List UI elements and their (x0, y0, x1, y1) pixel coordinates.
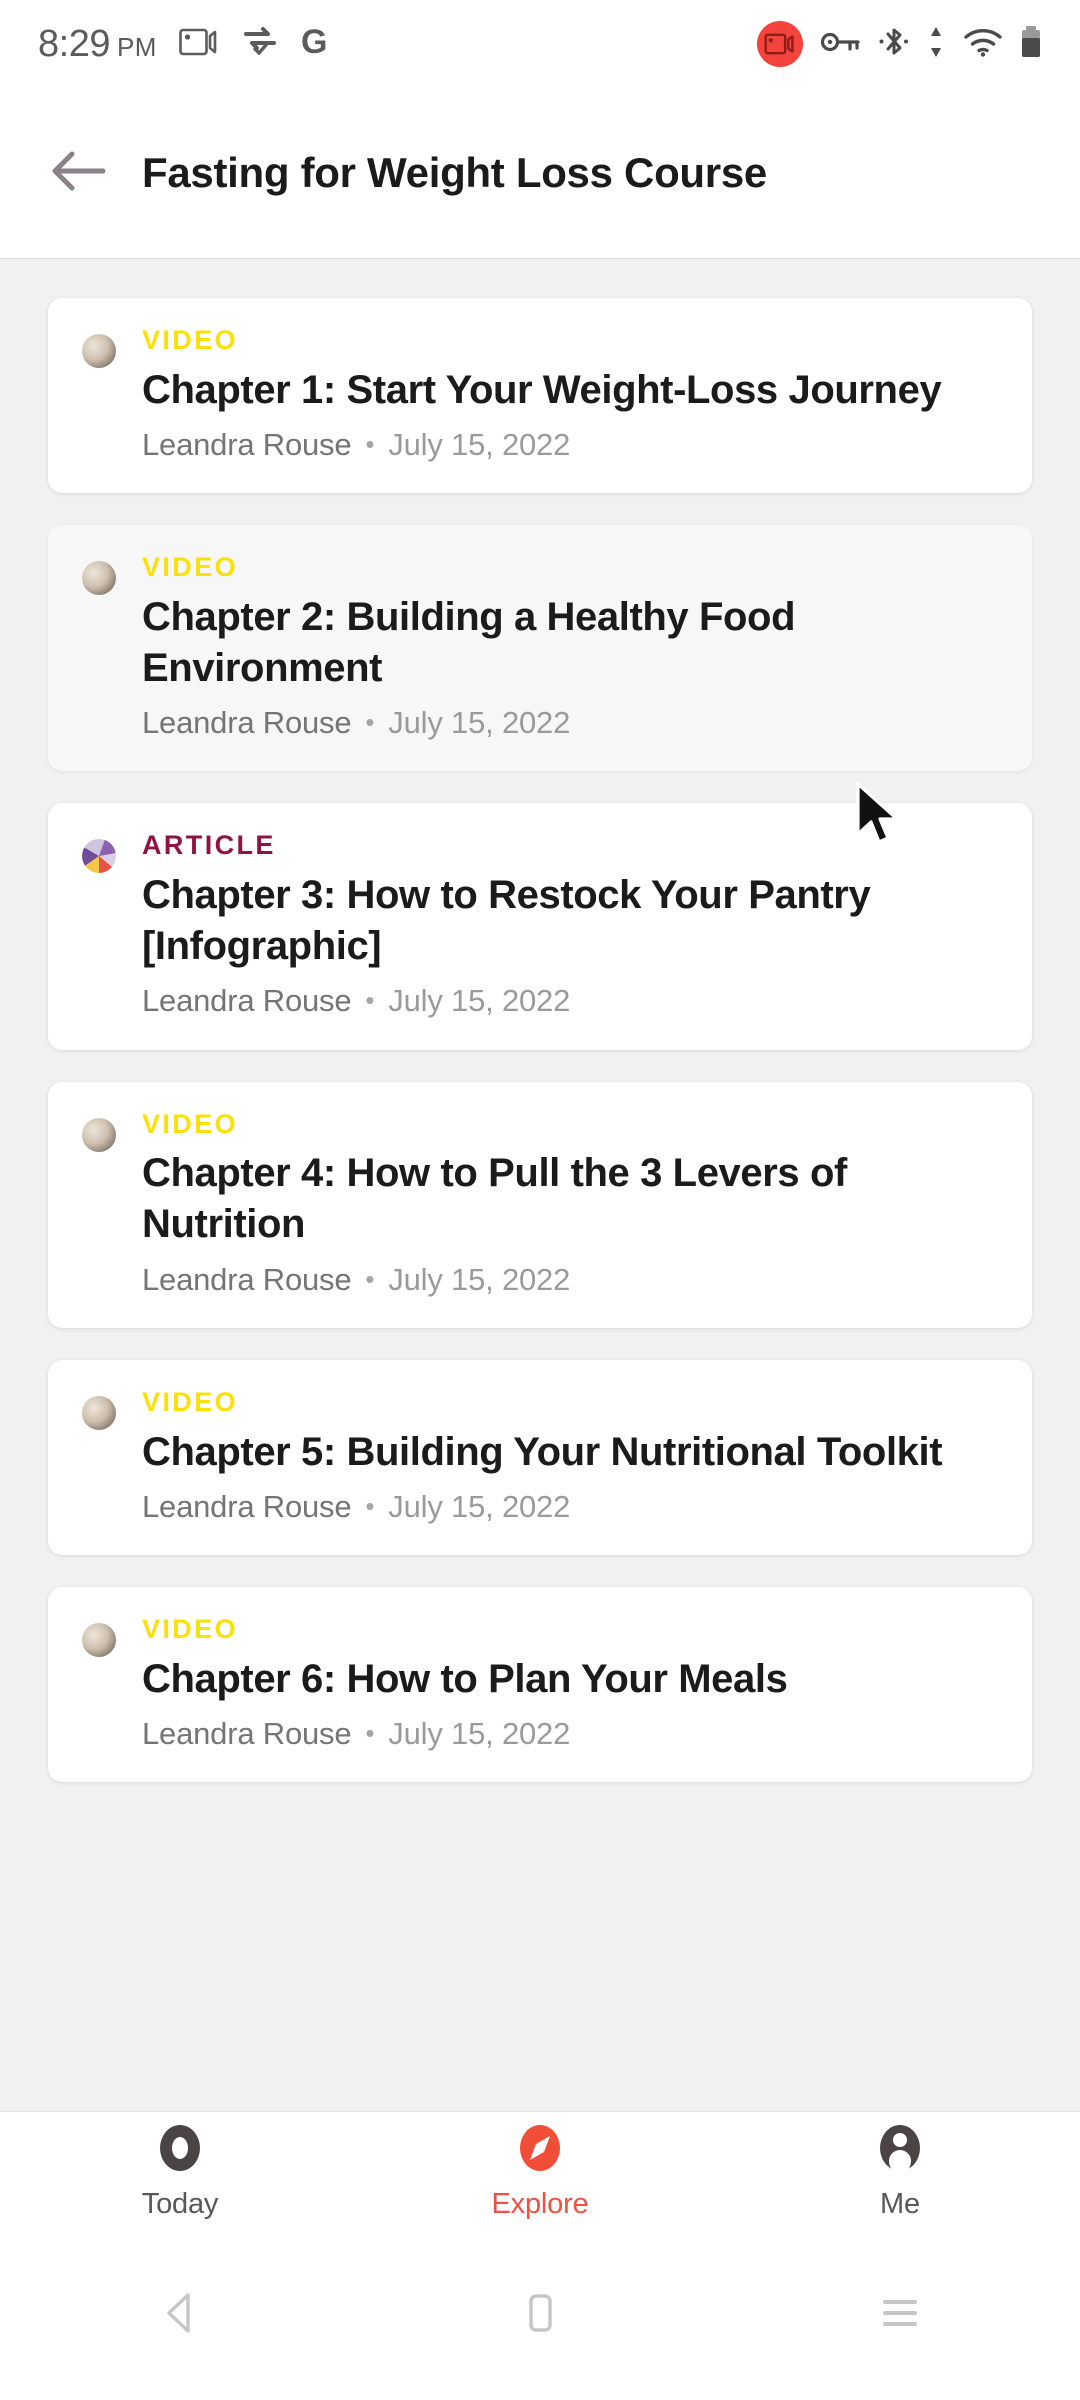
content-type-label: VIDEO (142, 1386, 239, 1417)
nav-label-explore: Explore (491, 2187, 589, 2220)
status-bar-right (757, 21, 1042, 67)
chapter-date: July 15, 2022 (388, 1488, 571, 1524)
recents-menu-icon (877, 2292, 923, 2339)
chapter-card[interactable]: VIDEO Chapter 6: How to Plan Your Meals … (48, 1586, 1032, 1782)
chapter-date: July 15, 2022 (388, 1715, 571, 1751)
bottom-navigation: Today Explore Me (0, 2112, 1080, 2230)
chapter-card[interactable]: VIDEO Chapter 5: Building Your Nutrition… (48, 1359, 1032, 1555)
chapter-meta: Leandra Rouse • July 15, 2022 (142, 982, 998, 1019)
back-arrow-icon (47, 146, 109, 201)
chapter-thumbnail (82, 1622, 116, 1657)
vpn-key-icon (820, 29, 862, 60)
bluetooth-icon (879, 25, 909, 64)
chapter-meta: Leandra Rouse • July 15, 2022 (142, 704, 998, 741)
chapter-card-body: VIDEO Chapter 1: Start Your Weight-Loss … (142, 325, 998, 463)
chapter-card[interactable]: VIDEO Chapter 1: Start Your Weight-Loss … (48, 298, 1032, 494)
chapter-author: Leandra Rouse (142, 1261, 352, 1297)
nav-label-today: Today (141, 2187, 219, 2220)
chapter-author: Leandra Rouse (142, 705, 352, 741)
chapter-title: Chapter 6: How to Plan Your Meals (142, 1656, 788, 1701)
chapter-author: Leandra Rouse (142, 426, 352, 462)
chapter-card-body: VIDEO Chapter 2: Building a Healthy Food… (142, 552, 998, 741)
screen-record-icon (179, 26, 219, 63)
chapter-thumbnail (82, 1395, 116, 1430)
chapter-author: Leandra Rouse (142, 1488, 352, 1524)
chapter-card-body: ARTICLE Chapter 3: How to Restock Your P… (142, 831, 998, 1019)
status-bar-left: 8:29 PM G (38, 23, 335, 66)
chapter-date: July 15, 2022 (388, 705, 571, 741)
chapter-date: July 15, 2022 (388, 426, 571, 462)
content-type-label: ARTICLE (142, 830, 276, 861)
chapter-title: Chapter 2: Building a Healthy Food Envir… (142, 594, 796, 690)
meta-separator: • (365, 985, 375, 1016)
chapter-author: Leandra Rouse (142, 983, 352, 1019)
meta-separator: • (365, 1263, 375, 1294)
nav-item-explore[interactable]: Explore (360, 2122, 720, 2221)
chapter-meta: Leandra Rouse • July 15, 2022 (142, 1715, 998, 1752)
chapter-card[interactable]: ARTICLE Chapter 3: How to Restock Your P… (48, 803, 1032, 1050)
chapter-card-body: VIDEO Chapter 4: How to Pull the 3 Lever… (142, 1108, 998, 1298)
chapter-thumbnail (82, 561, 116, 596)
chapter-title: Chapter 4: How to Pull the 3 Levers of N… (142, 1151, 847, 1247)
chapter-card[interactable]: VIDEO Chapter 4: How to Pull the 3 Lever… (48, 1081, 1032, 1328)
android-recents-button[interactable] (720, 2292, 1080, 2339)
svg-text:G: G (301, 24, 327, 60)
status-bar-clock: 8:29 PM (38, 23, 157, 66)
today-circle-icon (154, 2122, 206, 2179)
nav-item-today[interactable]: Today (0, 2122, 360, 2221)
explore-compass-icon (514, 2122, 566, 2179)
meta-separator: • (365, 1717, 375, 1748)
chapter-meta: Leandra Rouse • July 15, 2022 (142, 1488, 998, 1525)
android-navigation-bar (0, 2230, 1080, 2400)
chapter-title: Chapter 3: How to Restock Your Pantry [I… (142, 873, 871, 969)
chapter-card[interactable]: VIDEO Chapter 2: Building a Healthy Food… (48, 525, 1032, 772)
chapter-thumbnail (82, 839, 116, 874)
nav-item-me[interactable]: Me (720, 2122, 1080, 2221)
chapter-thumbnail (82, 334, 116, 368)
clock-time: 8:29 (38, 22, 110, 65)
battery-icon (1020, 25, 1042, 64)
screen-record-active-icon (757, 21, 803, 67)
nav-label-me: Me (880, 2187, 920, 2220)
chapter-list[interactable]: VIDEO Chapter 1: Start Your Weight-Loss … (0, 258, 1080, 2112)
content-type-label: VIDEO (142, 552, 239, 583)
google-icon: G (301, 23, 335, 65)
chapter-thumbnail (82, 1117, 116, 1152)
clock-ampm: PM (116, 31, 157, 62)
meta-separator: • (365, 1490, 375, 1521)
content-type-label: VIDEO (142, 1613, 239, 1644)
chapter-card-body: VIDEO Chapter 6: How to Plan Your Meals … (142, 1613, 998, 1752)
chapter-meta: Leandra Rouse • July 15, 2022 (142, 426, 998, 463)
content-type-label: VIDEO (142, 325, 239, 355)
chapter-date: July 15, 2022 (388, 983, 571, 1019)
page-title: Fasting for Weight Loss Course (142, 149, 767, 196)
app-bar: Fasting for Weight Loss Course (0, 88, 1080, 258)
chapter-date: July 15, 2022 (388, 1261, 571, 1297)
android-home-button[interactable] (360, 2290, 720, 2341)
chapter-meta: Leandra Rouse • July 15, 2022 (142, 1261, 998, 1298)
vpn-sync-icon (241, 25, 279, 64)
meta-separator: • (365, 428, 375, 459)
phone-screen: 8:29 PM G Fasting for Weight Loss Course… (0, 0, 1080, 2400)
home-square-icon (520, 2290, 560, 2341)
chapter-author: Leandra Rouse (142, 1715, 352, 1751)
status-bar: 8:29 PM G (0, 0, 1080, 88)
chapter-title: Chapter 1: Start Your Weight-Loss Journe… (142, 367, 942, 412)
back-button[interactable] (18, 146, 138, 201)
person-icon (874, 2122, 926, 2179)
chapter-title: Chapter 5: Building Your Nutritional Too… (142, 1429, 943, 1474)
back-triangle-icon (159, 2290, 201, 2341)
content-type-label: VIDEO (142, 1108, 239, 1139)
android-back-button[interactable] (0, 2290, 360, 2341)
chapter-card-body: VIDEO Chapter 5: Building Your Nutrition… (142, 1386, 998, 1525)
wifi-icon (963, 27, 1003, 62)
meta-separator: • (365, 707, 375, 738)
data-transfer-icon (926, 25, 946, 64)
